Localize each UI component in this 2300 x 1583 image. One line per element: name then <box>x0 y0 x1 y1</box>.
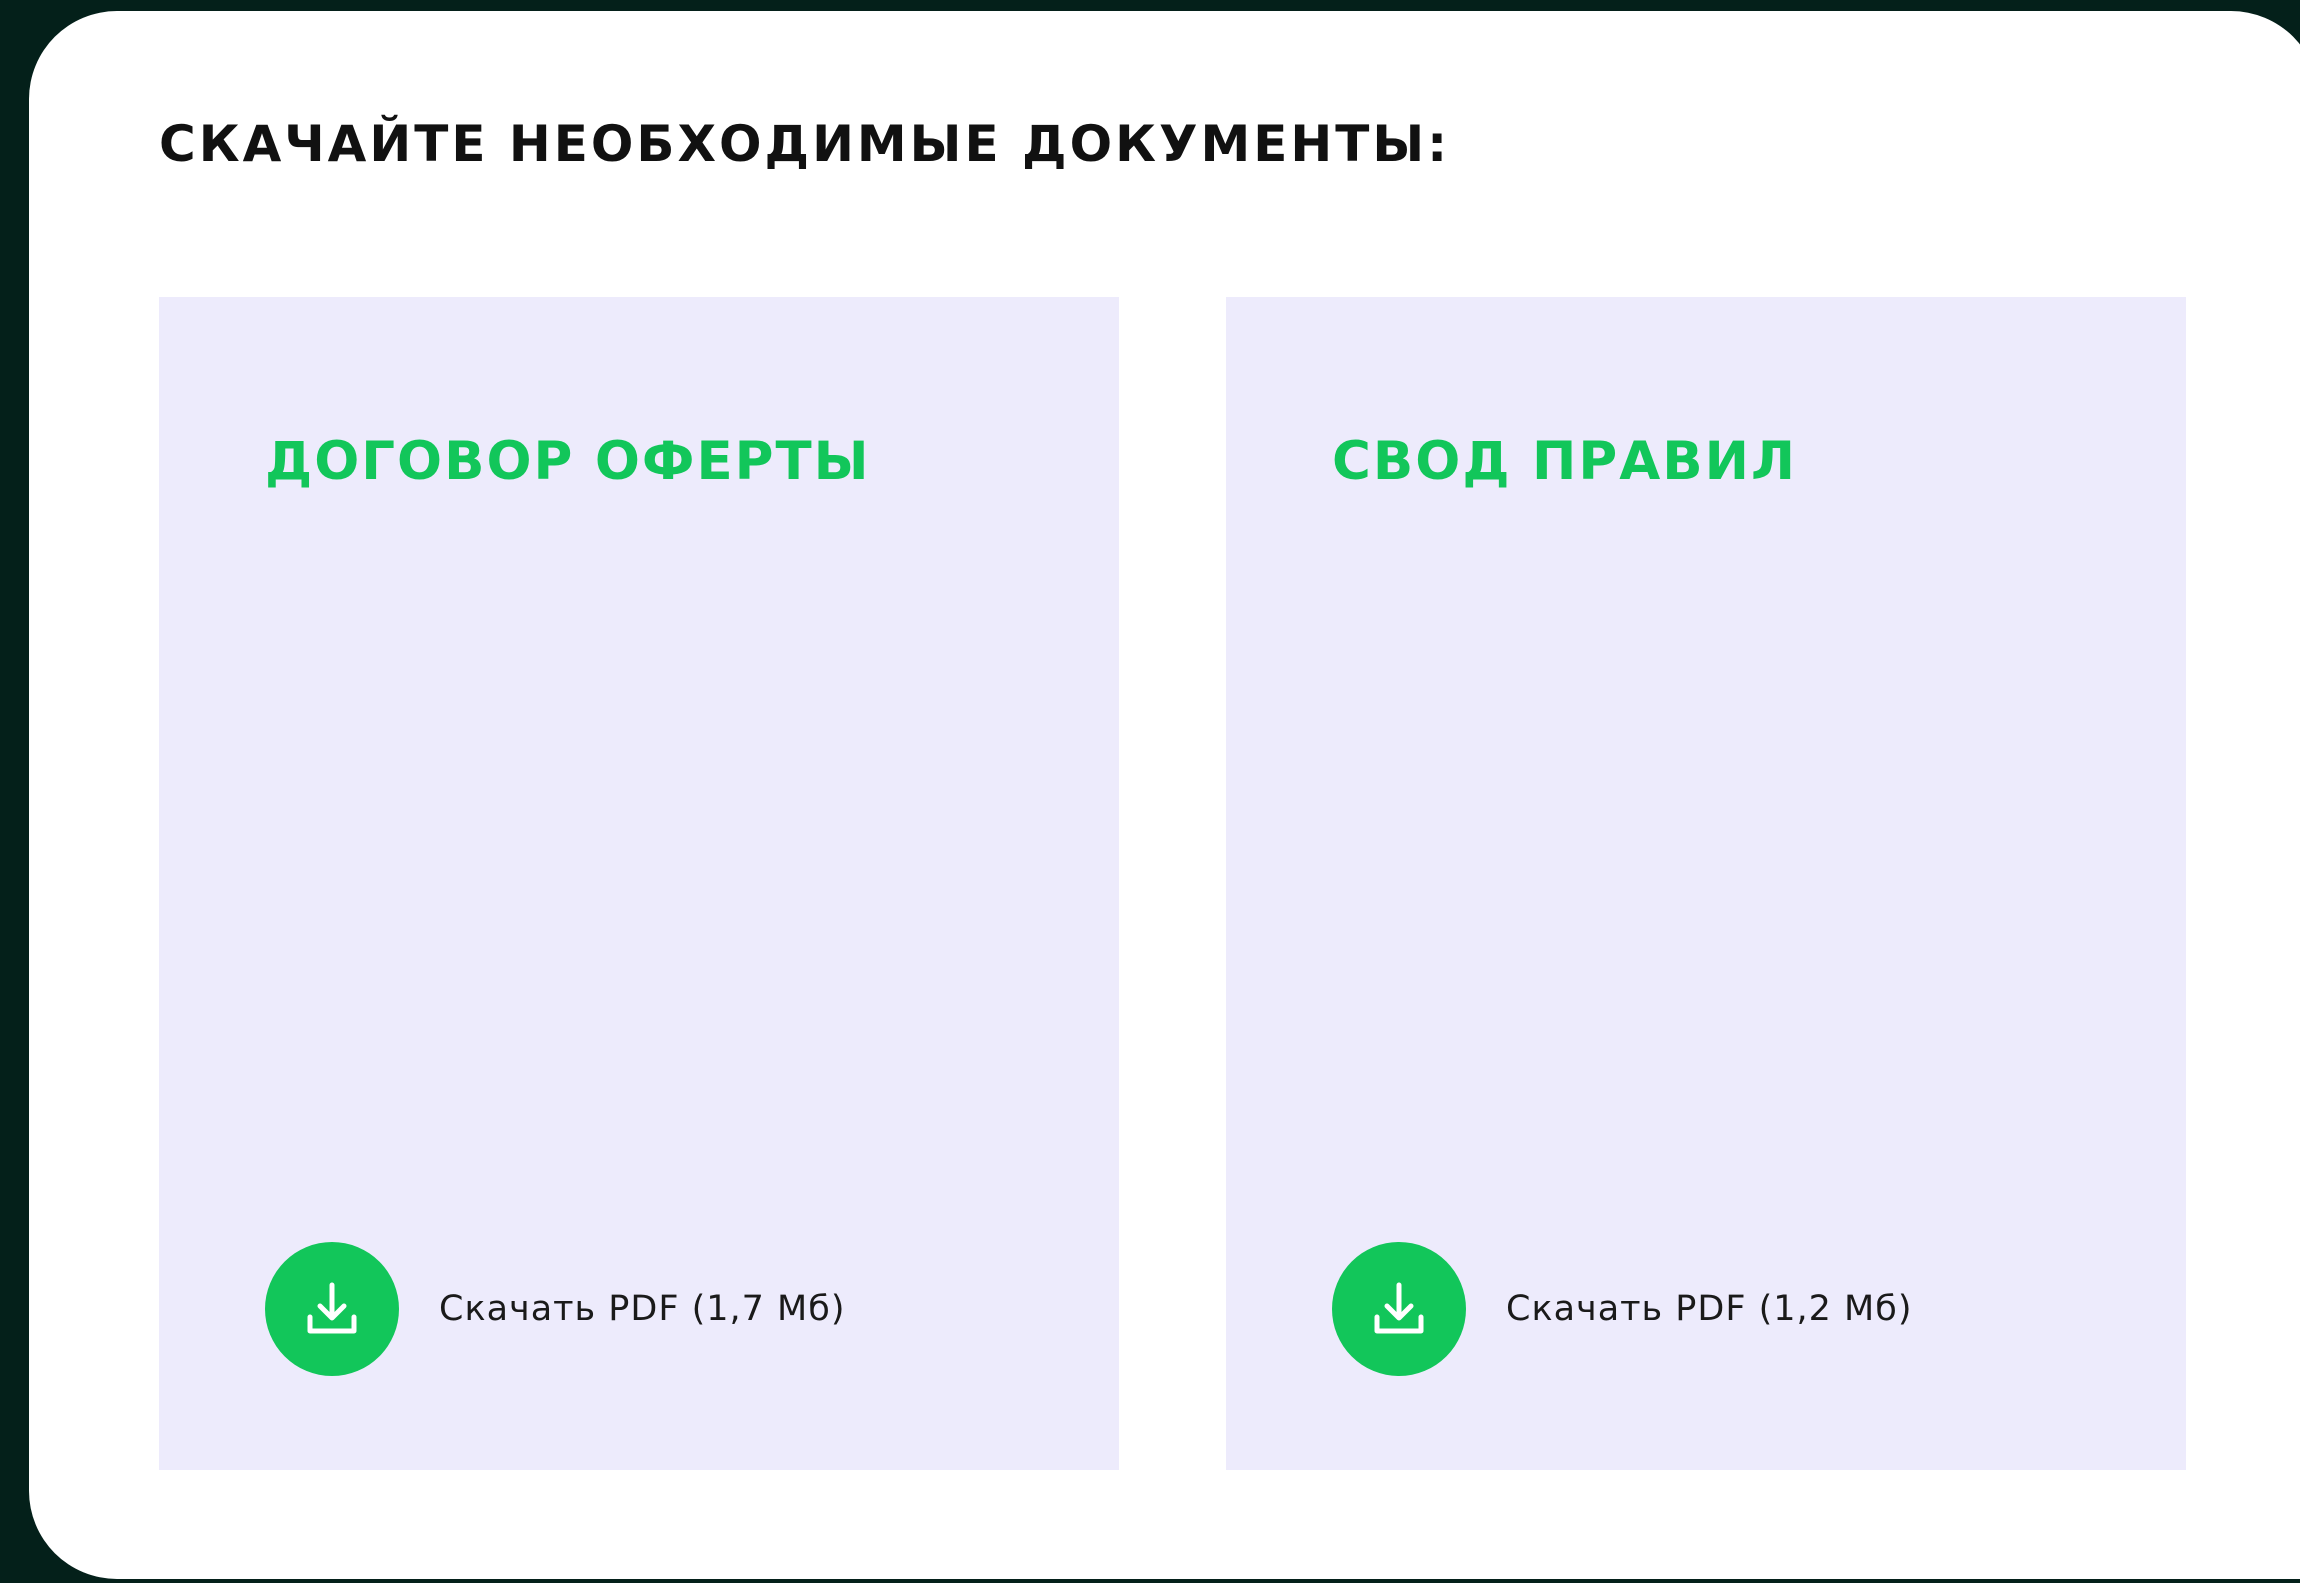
document-card-rules: СВОД ПРАВИЛ Скачать PDF (1,2 Мб) <box>1226 297 2186 1470</box>
download-button[interactable] <box>1332 1242 1466 1376</box>
download-link-offer[interactable]: Скачать PDF (1,7 Мб) <box>265 1242 846 1376</box>
documents-panel: СКАЧАЙТЕ НЕОБХОДИМЫЕ ДОКУМЕНТЫ: ДОГОВОР … <box>29 11 2300 1579</box>
download-icon <box>1374 1282 1424 1334</box>
download-label[interactable]: Скачать PDF (1,7 Мб) <box>439 1289 846 1329</box>
download-link-rules[interactable]: Скачать PDF (1,2 Мб) <box>1332 1242 1913 1376</box>
document-title: ДОГОВОР ОФЕРТЫ <box>265 431 871 492</box>
download-label[interactable]: Скачать PDF (1,2 Мб) <box>1506 1289 1913 1329</box>
download-button[interactable] <box>265 1242 399 1376</box>
document-title: СВОД ПРАВИЛ <box>1332 431 1797 492</box>
section-heading: СКАЧАЙТЕ НЕОБХОДИМЫЕ ДОКУМЕНТЫ: <box>159 115 1451 173</box>
download-icon <box>307 1282 357 1334</box>
document-card-offer: ДОГОВОР ОФЕРТЫ Скачать PDF (1,7 Мб) <box>159 297 1119 1470</box>
